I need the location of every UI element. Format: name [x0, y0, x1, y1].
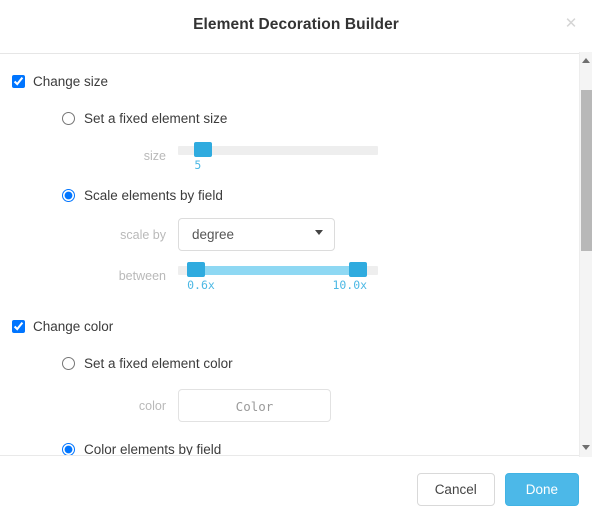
between-range-row: between 0.6x 10.0x [0, 261, 578, 292]
size-slider-handle[interactable] [194, 142, 213, 157]
between-range-slider[interactable]: 0.6x 10.0x [178, 261, 378, 292]
change-size-label: Change size [33, 73, 109, 89]
scale-by-field-label: Scale elements by field [84, 187, 223, 203]
color-by-field-radio[interactable] [62, 442, 75, 455]
done-button[interactable]: Done [504, 473, 579, 506]
chevron-down-icon [315, 230, 323, 235]
caret-down-icon[interactable] [580, 441, 592, 455]
scale-by-select-value: degree [192, 227, 235, 242]
change-color-checkbox-row[interactable]: Change color [0, 313, 578, 339]
fixed-size-radio-row[interactable]: Set a fixed element size [0, 105, 578, 131]
scale-by-select[interactable]: degree [178, 218, 335, 251]
scale-by-field-label: scale by [120, 227, 166, 242]
between-slider-high-handle[interactable] [349, 262, 368, 277]
fixed-size-radio[interactable] [62, 111, 75, 125]
scrollbar-thumb[interactable] [581, 90, 592, 251]
fixed-color-label: Set a fixed element color [84, 355, 233, 371]
between-field-label: between [118, 269, 166, 283]
dialog-footer: Cancel Done [0, 457, 592, 515]
dialog-scroll-body: Change size Set a fixed element size siz… [0, 54, 592, 456]
between-slider-fill [187, 266, 368, 275]
dialog-header: Element Decoration Builder ✕ [0, 0, 592, 54]
fixed-color-radio[interactable] [62, 356, 75, 370]
color-field-label: color [138, 398, 166, 413]
size-field-label: size [143, 149, 166, 163]
caret-up-icon[interactable] [580, 54, 592, 68]
close-icon[interactable]: ✕ [561, 14, 581, 34]
size-slider[interactable]: 5 [178, 141, 378, 172]
color-picker-button[interactable]: Color [178, 389, 331, 422]
size-slider-value: 5 [194, 158, 202, 172]
fixed-size-label: Set a fixed element size [84, 110, 228, 126]
cancel-button[interactable]: Cancel [416, 473, 495, 506]
change-color-section: Change color Set a fixed element color c… [0, 291, 578, 456]
between-slider-low-handle[interactable] [187, 262, 206, 277]
change-size-section: Change size Set a fixed element size siz… [0, 54, 578, 292]
size-slider-row: size 5 [0, 141, 578, 172]
change-color-checkbox[interactable] [12, 319, 25, 333]
change-size-checkbox-row[interactable]: Change size [0, 68, 578, 94]
color-by-field-radio-row[interactable]: Color elements by field [0, 436, 578, 456]
scale-by-select-row: scale by degree [0, 218, 578, 251]
color-by-field-label: Color elements by field [84, 441, 222, 456]
scale-by-field-radio[interactable] [62, 188, 75, 202]
between-slider-high-value: 10.0x [332, 278, 368, 292]
change-color-label: Change color [33, 318, 114, 334]
vertical-scrollbar[interactable] [579, 52, 592, 457]
fixed-color-radio-row[interactable]: Set a fixed element color [0, 350, 578, 376]
color-picker-row: color Color [0, 389, 578, 422]
scale-by-field-radio-row[interactable]: Scale elements by field [0, 182, 578, 208]
between-slider-low-value: 0.6x [187, 278, 215, 292]
page-title: Element Decoration Builder [193, 16, 399, 33]
change-size-checkbox[interactable] [12, 74, 25, 88]
